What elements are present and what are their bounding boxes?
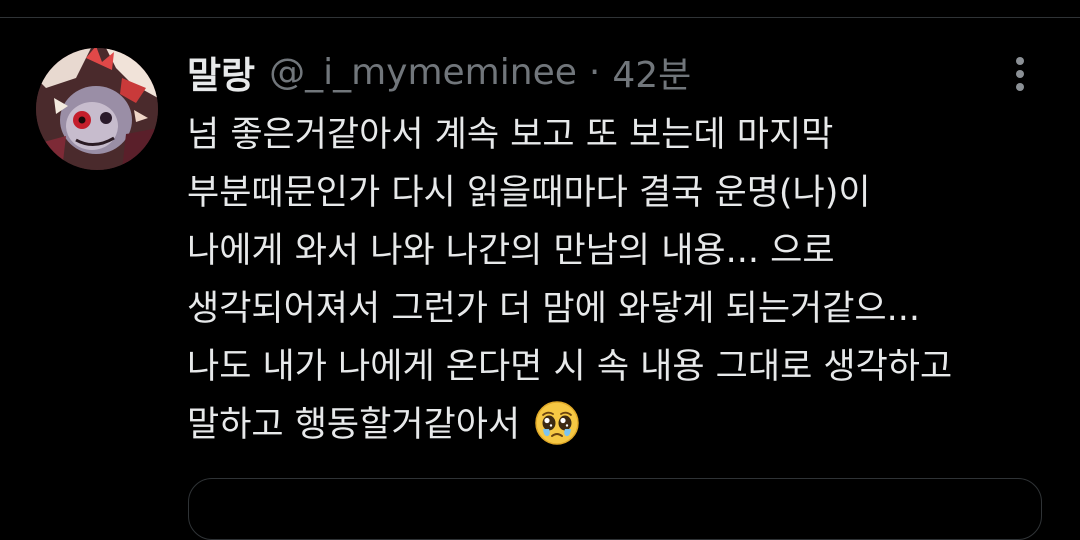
author-display-name[interactable]: 말랑 <box>187 45 255 99</box>
tweet-timestamp[interactable]: 42분 <box>612 46 691 98</box>
pleading-face-emoji-icon <box>534 400 580 446</box>
more-vertical-icon <box>1016 57 1024 65</box>
tweet[interactable]: 말랑 @_i_mymeminee · 42분 넘 좋은거같아서 계속 보고 또 … <box>0 18 1080 540</box>
tweet-text-line: 부분때문인가 다시 읽을때마다 결국 운명(나)이 <box>187 173 871 213</box>
avatar-image <box>36 48 158 170</box>
more-options-button[interactable] <box>1000 52 1040 96</box>
separator-dot: · <box>588 51 601 93</box>
tweet-text-line: 나에게 와서 나와 나간의 만남의 내용... 으로 <box>187 231 835 271</box>
avatar[interactable] <box>36 48 158 170</box>
tweet-text-line: 나도 내가 나에게 온다면 시 속 내용 그대로 생각하고 <box>187 347 953 387</box>
tweet-text-last-line: 말하고 행동할거같아서 <box>187 396 1047 454</box>
tweet-text: 넘 좋은거같아서 계속 보고 또 보는데 마지막 부분때문인가 다시 읽을때마다… <box>187 106 1047 454</box>
tweet-header: 말랑 @_i_mymeminee · 42분 <box>187 44 691 100</box>
more-vertical-icon-dot <box>1016 70 1024 78</box>
quoted-post-card[interactable] <box>188 478 1042 540</box>
more-vertical-icon-dot <box>1016 83 1024 91</box>
tweet-text-line: 넘 좋은거같아서 계속 보고 또 보는데 마지막 <box>187 115 834 155</box>
author-handle[interactable]: @_i_mymeminee <box>269 52 577 93</box>
tweet-text-line: 말하고 행동할거같아서 <box>187 405 521 445</box>
tweet-text-line: 생각되어져서 그런가 더 맘에 와닿게 되는거같으... <box>187 289 921 329</box>
